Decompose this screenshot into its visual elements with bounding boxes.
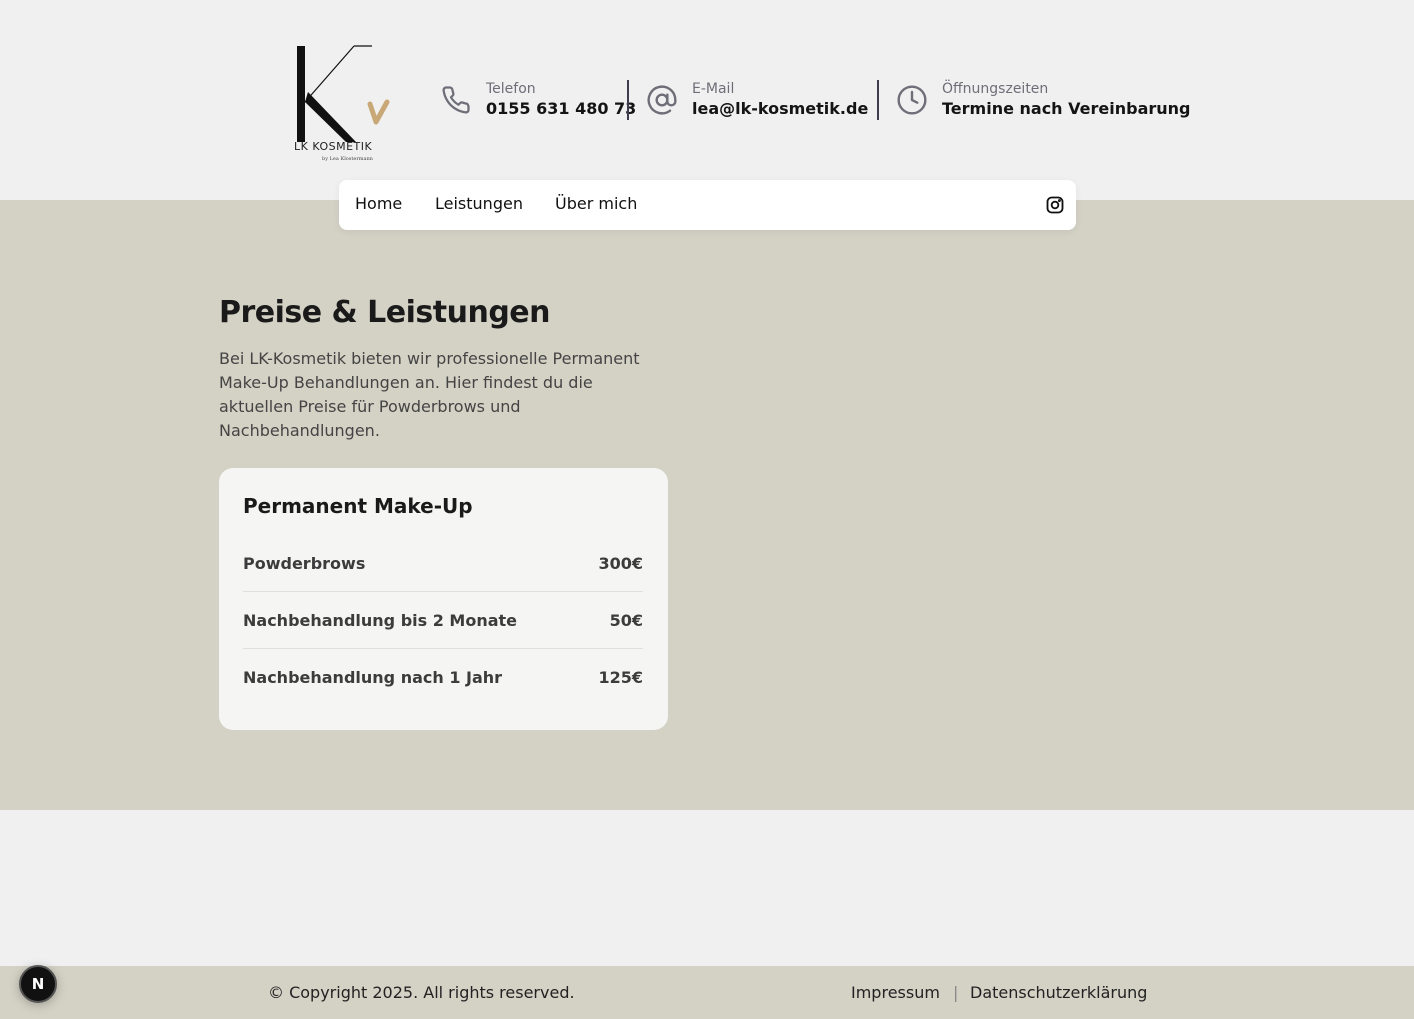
service-price: 125€ — [598, 668, 643, 687]
nav-item-leistungen[interactable]: Leistungen — [435, 194, 523, 213]
logo-text: LK KOSMETIK — [294, 140, 373, 153]
site-header: LK KOSMETIK by Lea Klostermann Telefon 0… — [0, 0, 1414, 200]
service-name: Nachbehandlung bis 2 Monate — [243, 610, 518, 630]
brand-logo[interactable]: LK KOSMETIK by Lea Klostermann — [294, 42, 394, 167]
contact-phone[interactable]: Telefon 0155 631 480 73 — [440, 80, 636, 120]
intro-text: Bei LK-Kosmetik bieten wir professionell… — [219, 349, 640, 440]
contact-hours: Öffnungszeiten Termine nach Vereinbarung — [896, 80, 1190, 120]
service-name: Nachbehandlung nach 1 Jahr — [243, 668, 503, 687]
contact-divider — [877, 80, 879, 120]
contact-email[interactable]: E-Mail lea@lk-kosmetik.de — [646, 80, 868, 120]
logo-subtitle: by Lea Klostermann — [322, 156, 373, 162]
price-row: Nachbehandlung bis 2 Monate 50€ — [243, 592, 643, 649]
contact-label: Telefon — [486, 81, 536, 97]
service-name: Powderbrows — [243, 553, 366, 573]
card-title: Permanent Make-Up — [243, 494, 473, 518]
contact-label: E-Mail — [692, 81, 735, 97]
site-footer: © Copyright 2025. All rights reserved. I… — [0, 966, 1414, 1019]
opening-hours: Termine nach Vereinbarung — [942, 99, 1191, 118]
nav-item-home[interactable]: Home — [355, 194, 402, 213]
price-row: Nachbehandlung nach 1 Jahr 125€ — [243, 649, 643, 706]
page-title: Preise & Leistungen — [219, 295, 551, 330]
email-address[interactable]: lea@lk-kosmetik.de — [692, 98, 868, 120]
phone-icon — [440, 84, 472, 116]
datenschutz-link[interactable]: Datenschutzerklärung — [970, 983, 1147, 1002]
pricing-section: Preise & Leistungen Bei LK-Kosmetik biet… — [0, 200, 1414, 810]
main-nav: Home Leistungen Über mich — [339, 180, 1076, 230]
impressum-link[interactable]: Impressum — [851, 983, 940, 1002]
copyright-text: © Copyright 2025. All rights reserved. — [268, 983, 575, 1002]
service-price: 300€ — [598, 553, 643, 573]
clock-icon — [896, 84, 928, 116]
at-icon — [646, 84, 678, 116]
contact-label: Öffnungszeiten — [942, 81, 1049, 97]
page-spacer — [0, 810, 1414, 966]
dev-tools-letter: N — [31, 975, 45, 993]
dev-tools-badge[interactable]: N — [19, 965, 57, 1003]
service-price: 50€ — [609, 610, 643, 630]
price-row: Powderbrows 300€ — [243, 535, 643, 592]
instagram-icon[interactable] — [1045, 195, 1065, 215]
price-card: Permanent Make-Up Powderbrows 300€ Nachb… — [219, 468, 668, 730]
nav-item-ueber-mich[interactable]: Über mich — [555, 194, 637, 213]
logo-mark — [297, 45, 390, 142]
phone-number[interactable]: 0155 631 480 73 — [486, 98, 636, 120]
footer-separator: | — [953, 983, 959, 1002]
contact-divider — [627, 80, 629, 120]
